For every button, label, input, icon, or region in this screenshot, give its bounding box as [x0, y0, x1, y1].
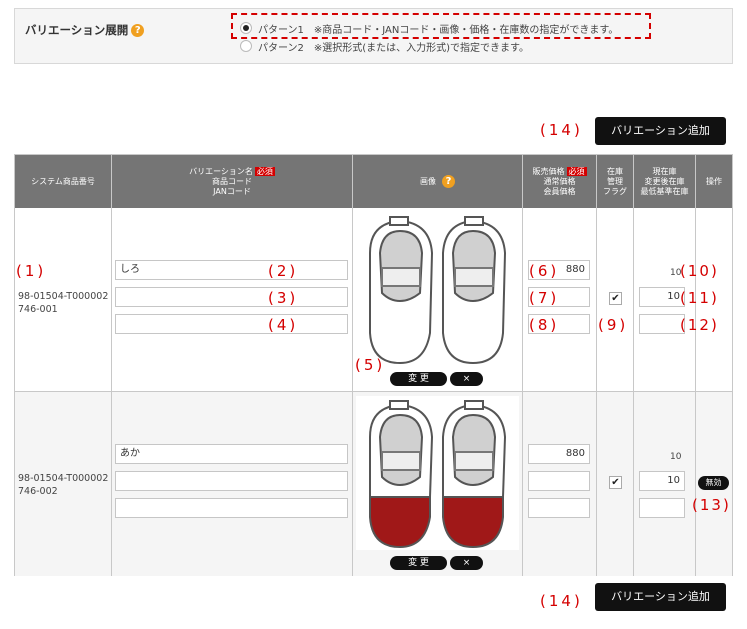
header-action: 操作 — [706, 176, 722, 186]
annotation-5: (5) — [355, 356, 386, 374]
header-system-no: システム商品番号 — [31, 176, 95, 186]
sale-price-input-row2[interactable]: 880 — [528, 444, 590, 464]
annotation-1: (1) — [16, 262, 47, 280]
annotation-11: (11) — [680, 289, 719, 307]
product-code-input-row2[interactable] — [115, 471, 348, 491]
annotation-6: (6) — [529, 262, 560, 280]
variation-label: バリエーション展開? — [25, 22, 145, 38]
header-image: 画像? — [353, 155, 522, 208]
min-stock-input-row2[interactable] — [639, 498, 685, 518]
jan-code-input-row1[interactable] — [115, 314, 348, 334]
image-help-icon[interactable]: ? — [442, 175, 455, 188]
annotation-3: (3) — [268, 289, 299, 307]
required-badge-price: 必須 — [566, 166, 587, 176]
change-image-button-row1[interactable]: 変 更 — [390, 372, 447, 386]
shoe-left — [369, 216, 434, 365]
annotation-14-bottom: (14) — [540, 592, 583, 610]
stock-managed-checkbox-row2[interactable]: ✔ — [609, 476, 622, 489]
annotation-7: (7) — [529, 289, 560, 307]
shoe-image-row2 — [369, 400, 507, 549]
shoe-image-row1 — [369, 216, 507, 365]
header-price: 販売価格 必須 通常価格 会員価格 — [532, 166, 587, 196]
pattern2-radio[interactable] — [240, 40, 252, 52]
changed-stock-input-row2[interactable]: 10 — [639, 471, 685, 491]
product-code-input-row1[interactable] — [115, 287, 348, 307]
shoe-left-red — [369, 400, 434, 549]
member-price-input-row2[interactable] — [528, 498, 590, 518]
header-stock-flag: 在庫 管理 フラグ — [603, 166, 627, 196]
variation-name-input-row1[interactable]: しろ — [115, 260, 348, 280]
annotation-2: (2) — [268, 262, 299, 280]
shoe-right-red — [442, 400, 507, 549]
current-stock-row2: 10 — [670, 452, 682, 462]
system-no-row1: 98-01504-T000002 746-001 — [18, 291, 109, 315]
pattern1-radio[interactable] — [240, 22, 252, 34]
jan-code-input-row2[interactable] — [115, 498, 348, 518]
header-stock: 現在庫 変更後在庫 最低基準在庫 — [640, 166, 689, 196]
disable-button-row2[interactable]: 無効 — [698, 476, 729, 490]
change-image-button-row2[interactable]: 変 更 — [390, 556, 447, 570]
annotation-9: (9) — [598, 316, 629, 334]
variation-name-input-row2[interactable]: あか — [115, 444, 348, 464]
variation-label-text: バリエーション展開 — [25, 23, 129, 37]
add-variation-button[interactable]: バリエーション追加 — [595, 117, 726, 145]
annotation-13: (13) — [692, 496, 731, 514]
pattern1-label: パターン1 ※商品コード・JANコード・画像・価格・在庫数の指定ができます。 — [258, 25, 619, 36]
stock-managed-checkbox-row1[interactable]: ✔ — [609, 292, 622, 305]
annotation-8: (8) — [529, 316, 560, 334]
annotation-14-top: (14) — [540, 121, 583, 139]
system-no-row2: 98-01504-T000002 746-002 — [18, 473, 109, 497]
annotation-12: (12) — [680, 316, 719, 334]
shoe-right — [442, 216, 507, 365]
min-stock-input-row1[interactable] — [639, 314, 685, 334]
delete-image-button-row1[interactable]: × — [450, 372, 483, 386]
annotation-10: (10) — [680, 262, 719, 280]
header-variation-name: バリエーション名 必須 商品コード JANコード — [189, 166, 275, 196]
changed-stock-input-row1[interactable]: 10 — [639, 287, 685, 307]
delete-image-button-row2[interactable]: × — [450, 556, 483, 570]
question-icon[interactable]: ? — [131, 24, 145, 37]
add-variation-button-bottom[interactable]: バリエーション追加 — [595, 583, 726, 611]
required-badge: 必須 — [254, 166, 275, 176]
regular-price-input-row2[interactable] — [528, 471, 590, 491]
annotation-4: (4) — [268, 316, 299, 334]
pattern2-label: パターン2 ※選択形式(または、入力形式)で指定できます。 — [258, 43, 530, 54]
